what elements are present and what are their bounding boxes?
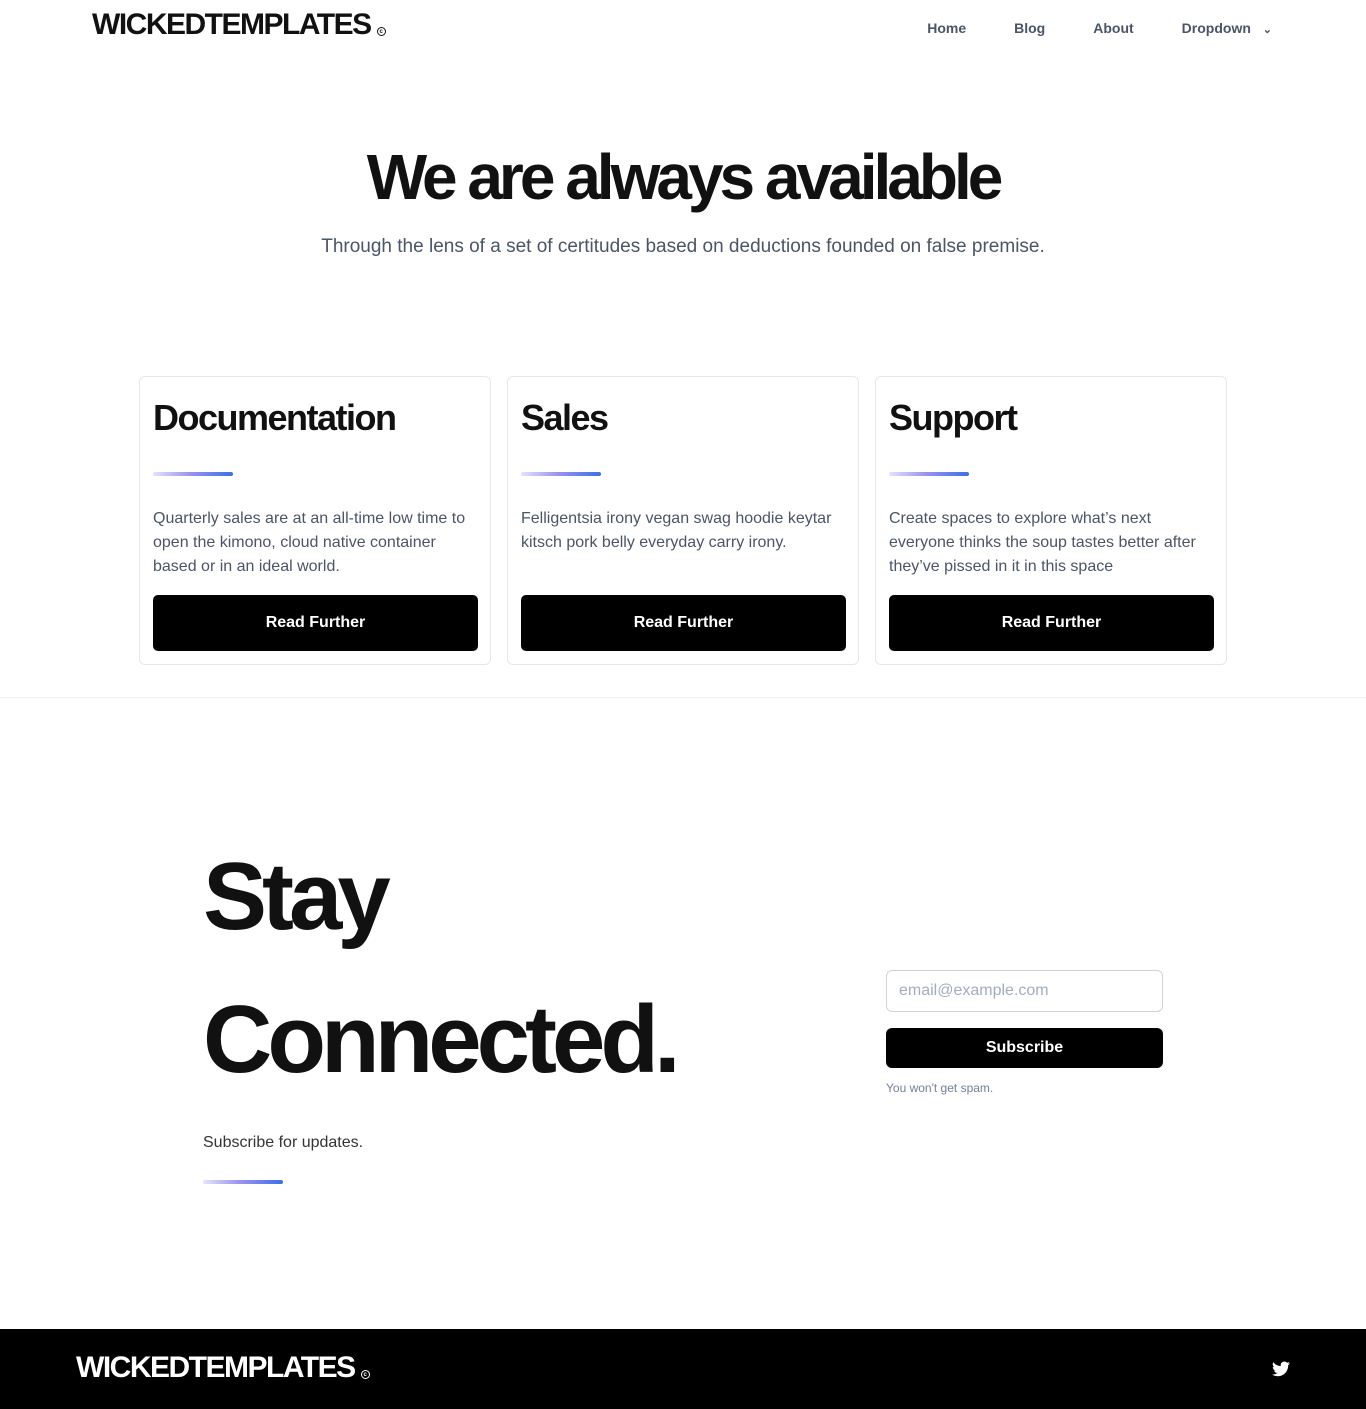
email-input[interactable] <box>886 970 1163 1012</box>
accent-bar <box>153 472 233 476</box>
card-title: Sales <box>521 397 609 438</box>
twitter-icon[interactable] <box>1272 1361 1290 1377</box>
copyright-icon: c <box>376 27 386 36</box>
spam-note: You won't get spam. <box>886 1081 994 1095</box>
nav-about[interactable]: About <box>1093 20 1133 36</box>
footer-logo[interactable]: WICKEDTEMPLATES c <box>76 1351 370 1385</box>
card-text: Create spaces to explore what’s next eve… <box>889 510 1196 575</box>
main-nav: Home Blog About Dropdown ⌄ <box>927 20 1272 36</box>
hero-title: We are always available <box>366 141 1004 213</box>
section-divider <box>0 697 1366 698</box>
nav-dropdown-label: Dropdown <box>1181 20 1251 36</box>
nav-blog[interactable]: Blog <box>1014 20 1045 36</box>
read-further-button[interactable]: Read Further <box>153 595 478 651</box>
accent-bar <box>889 472 969 476</box>
footer: WICKEDTEMPLATES c <box>0 1329 1366 1409</box>
card-text: Quarterly sales are at an all-time low t… <box>153 510 466 575</box>
card-documentation: Documentation Quarterly sales are at an … <box>139 376 491 665</box>
card-support: Support Create spaces to explore what’s … <box>875 376 1227 665</box>
copyright-icon: c <box>360 1370 370 1379</box>
accent-bar <box>521 472 601 476</box>
newsletter-title-line1: Stay <box>203 843 391 950</box>
newsletter-subtitle: Subscribe for updates. <box>203 1134 364 1151</box>
card-text: Felligentsia irony vegan swag hoodie key… <box>521 510 832 551</box>
logo[interactable]: WICKEDTEMPLATES c <box>92 8 386 42</box>
read-further-button[interactable]: Read Further <box>889 595 1214 651</box>
card-title: Support <box>889 397 1018 438</box>
card-title: Documentation <box>153 397 397 438</box>
nav-home[interactable]: Home <box>927 20 966 36</box>
newsletter-title-line2: Connected. <box>203 986 681 1093</box>
accent-bar <box>203 1180 283 1184</box>
card-sales: Sales Felligentsia irony vegan swag hood… <box>507 376 859 665</box>
logo-text: WICKEDTEMPLATES <box>92 8 372 41</box>
read-further-button[interactable]: Read Further <box>521 595 846 651</box>
chevron-down-icon: ⌄ <box>1262 24 1272 36</box>
hero-subtitle: Through the lens of a set of certitudes … <box>321 236 1045 257</box>
subscribe-button[interactable]: Subscribe <box>886 1028 1163 1068</box>
footer-logo-text: WICKEDTEMPLATES <box>76 1351 356 1384</box>
nav-dropdown[interactable]: Dropdown ⌄ <box>1182 20 1272 36</box>
